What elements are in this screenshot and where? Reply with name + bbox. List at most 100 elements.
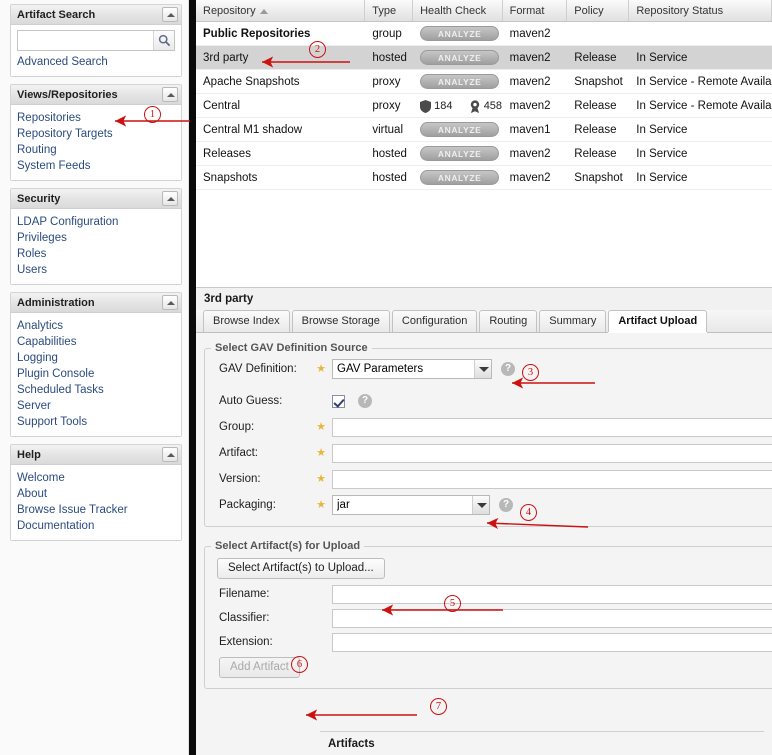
help-icon-gav-definition[interactable]: ? [501,362,515,376]
table-row[interactable]: Public Repositories group ANALYZE maven2 [196,22,772,46]
cell-type: hosted [372,148,407,160]
sidebar-item-capabilities[interactable]: Capabilities [17,334,175,350]
cell-type: proxy [372,100,401,112]
column-header-repository-status[interactable]: Repository Status [629,0,772,21]
cell-policy: Snapshot [574,172,623,184]
analyze-button[interactable]: ANALYZE [420,122,500,137]
column-header-repository[interactable]: Repository [196,0,366,21]
sidebar-item-server[interactable]: Server [17,398,175,414]
artifacts-list-header: Artifacts [320,731,764,755]
panel-artifact-search: Artifact Search Advanced Search [10,4,182,77]
sidebar-item-roles[interactable]: Roles [17,246,175,262]
cell-repository: Central [203,100,241,112]
sidebar-item-routing[interactable]: Routing [17,142,175,158]
cell-type: virtual [372,124,404,136]
cell-format: maven2 [509,100,551,112]
row-classifier: Classifier: [205,606,772,630]
analyze-button[interactable]: ANALYZE [420,74,500,89]
sidebar-item-repository-targets[interactable]: Repository Targets [17,126,175,142]
packaging-select[interactable] [332,495,490,515]
filename-field[interactable] [332,584,772,604]
analyze-button[interactable]: ANALYZE [420,146,500,161]
sidebar-item-plugin-console[interactable]: Plugin Console [17,366,175,382]
collapse-chevron-up-icon[interactable] [162,447,178,462]
column-header-policy[interactable]: Policy [567,0,630,21]
sidebar-item-browse-issue-tracker[interactable]: Browse Issue Tracker [17,502,175,518]
tab-routing[interactable]: Routing [479,310,538,332]
collapse-chevron-up-icon[interactable] [162,191,178,206]
sidebar-item-repositories[interactable]: Repositories [17,110,175,126]
search-icon[interactable] [153,31,174,50]
column-header-health-check[interactable]: Health Check [413,0,503,21]
sidebar-item-welcome[interactable]: Welcome [17,470,175,486]
shield-icon [420,99,432,113]
table-row[interactable]: 3rd party hosted ANALYZE maven2 Release … [196,46,772,70]
column-header-type[interactable]: Type [365,0,414,21]
tab-browse-index[interactable]: Browse Index [203,310,290,332]
tab-summary[interactable]: Summary [539,310,607,332]
sidebar-item-system-feeds[interactable]: System Feeds [17,158,175,174]
sidebar-item-about[interactable]: About [17,486,175,502]
sidebar-item-documentation[interactable]: Documentation [17,518,175,534]
analyze-button[interactable]: ANALYZE [420,26,500,41]
table-row[interactable]: Central proxy 184 458 maven2 Release In … [196,94,772,118]
table-row[interactable]: Snapshots hosted ANALYZE maven2 Snapshot… [196,166,772,190]
analyze-button[interactable]: ANALYZE [420,50,500,65]
chevron-down-icon[interactable] [474,360,491,378]
panel-body-administration: Analytics Capabilities Logging Plugin Co… [11,313,181,436]
license-count: 458 [483,100,503,112]
table-row[interactable]: Central M1 shadow virtual ANALYZE maven1… [196,118,772,142]
gav-definition-value[interactable] [332,359,492,379]
application-window: Artifact Search Advanced Search Views/Re… [0,0,772,755]
packaging-value[interactable] [332,495,490,515]
cell-format: maven2 [509,76,551,88]
analyze-button[interactable]: ANALYZE [420,170,500,185]
extension-field[interactable] [332,632,772,652]
group-field[interactable] [332,417,772,437]
help-icon-packaging[interactable]: ? [499,498,513,512]
sidebar-item-scheduled-tasks[interactable]: Scheduled Tasks [17,382,175,398]
gav-definition-select[interactable] [332,359,492,379]
tab-artifact-upload[interactable]: Artifact Upload [608,310,708,332]
panel-divider[interactable] [189,0,196,755]
sidebar-item-ldap-configuration[interactable]: LDAP Configuration [17,214,175,230]
chevron-down-icon[interactable] [472,496,489,514]
auto-guess-checkbox[interactable] [332,394,345,408]
sidebar-panels: Artifact Search Advanced Search Views/Re… [0,0,188,541]
collapse-chevron-up-icon[interactable] [162,87,178,102]
panel-title: Help [17,449,41,461]
sidebar-item-users[interactable]: Users [17,262,175,278]
award-icon [470,99,479,113]
tab-configuration[interactable]: Configuration [391,310,478,332]
tab-browse-storage[interactable]: Browse Storage [291,310,390,332]
collapse-chevron-up-icon[interactable] [162,7,178,22]
column-header-format[interactable]: Format [503,0,568,21]
label-auto-guess: Auto Guess: [219,395,283,407]
table-row[interactable]: Apache Snapshots proxy ANALYZE maven2 Sn… [196,70,772,94]
sidebar-item-logging[interactable]: Logging [17,350,175,366]
collapse-chevron-up-icon[interactable] [162,295,178,310]
cell-status: In Service [636,148,688,160]
classifier-field[interactable] [332,608,772,628]
cell-repository: 3rd party [203,52,249,64]
version-field[interactable] [332,469,772,489]
add-artifact-button[interactable]: Add Artifact [219,656,300,678]
sidebar-item-support-tools[interactable]: Support Tools [17,414,175,430]
sidebar-item-privileges[interactable]: Privileges [17,230,175,246]
help-icon-auto-guess[interactable]: ? [358,394,372,408]
license-metric[interactable]: 458 [469,94,502,117]
cell-policy: Release [574,148,617,160]
cell-health-check: ANALYZE [413,118,503,141]
sidebar-item-analytics[interactable]: Analytics [17,318,175,334]
security-metric[interactable]: 184 [420,94,452,117]
table-row[interactable]: Releases hosted ANALYZE maven2 Release I… [196,142,772,166]
select-artifacts-button[interactable]: Select Artifact(s) to Upload... [217,557,385,579]
search-input[interactable] [17,30,175,51]
cell-policy [567,22,629,45]
label-version: Version: [219,473,261,485]
sidebar-link-advanced-search[interactable]: Advanced Search [17,54,175,70]
artifact-field[interactable] [332,443,772,463]
